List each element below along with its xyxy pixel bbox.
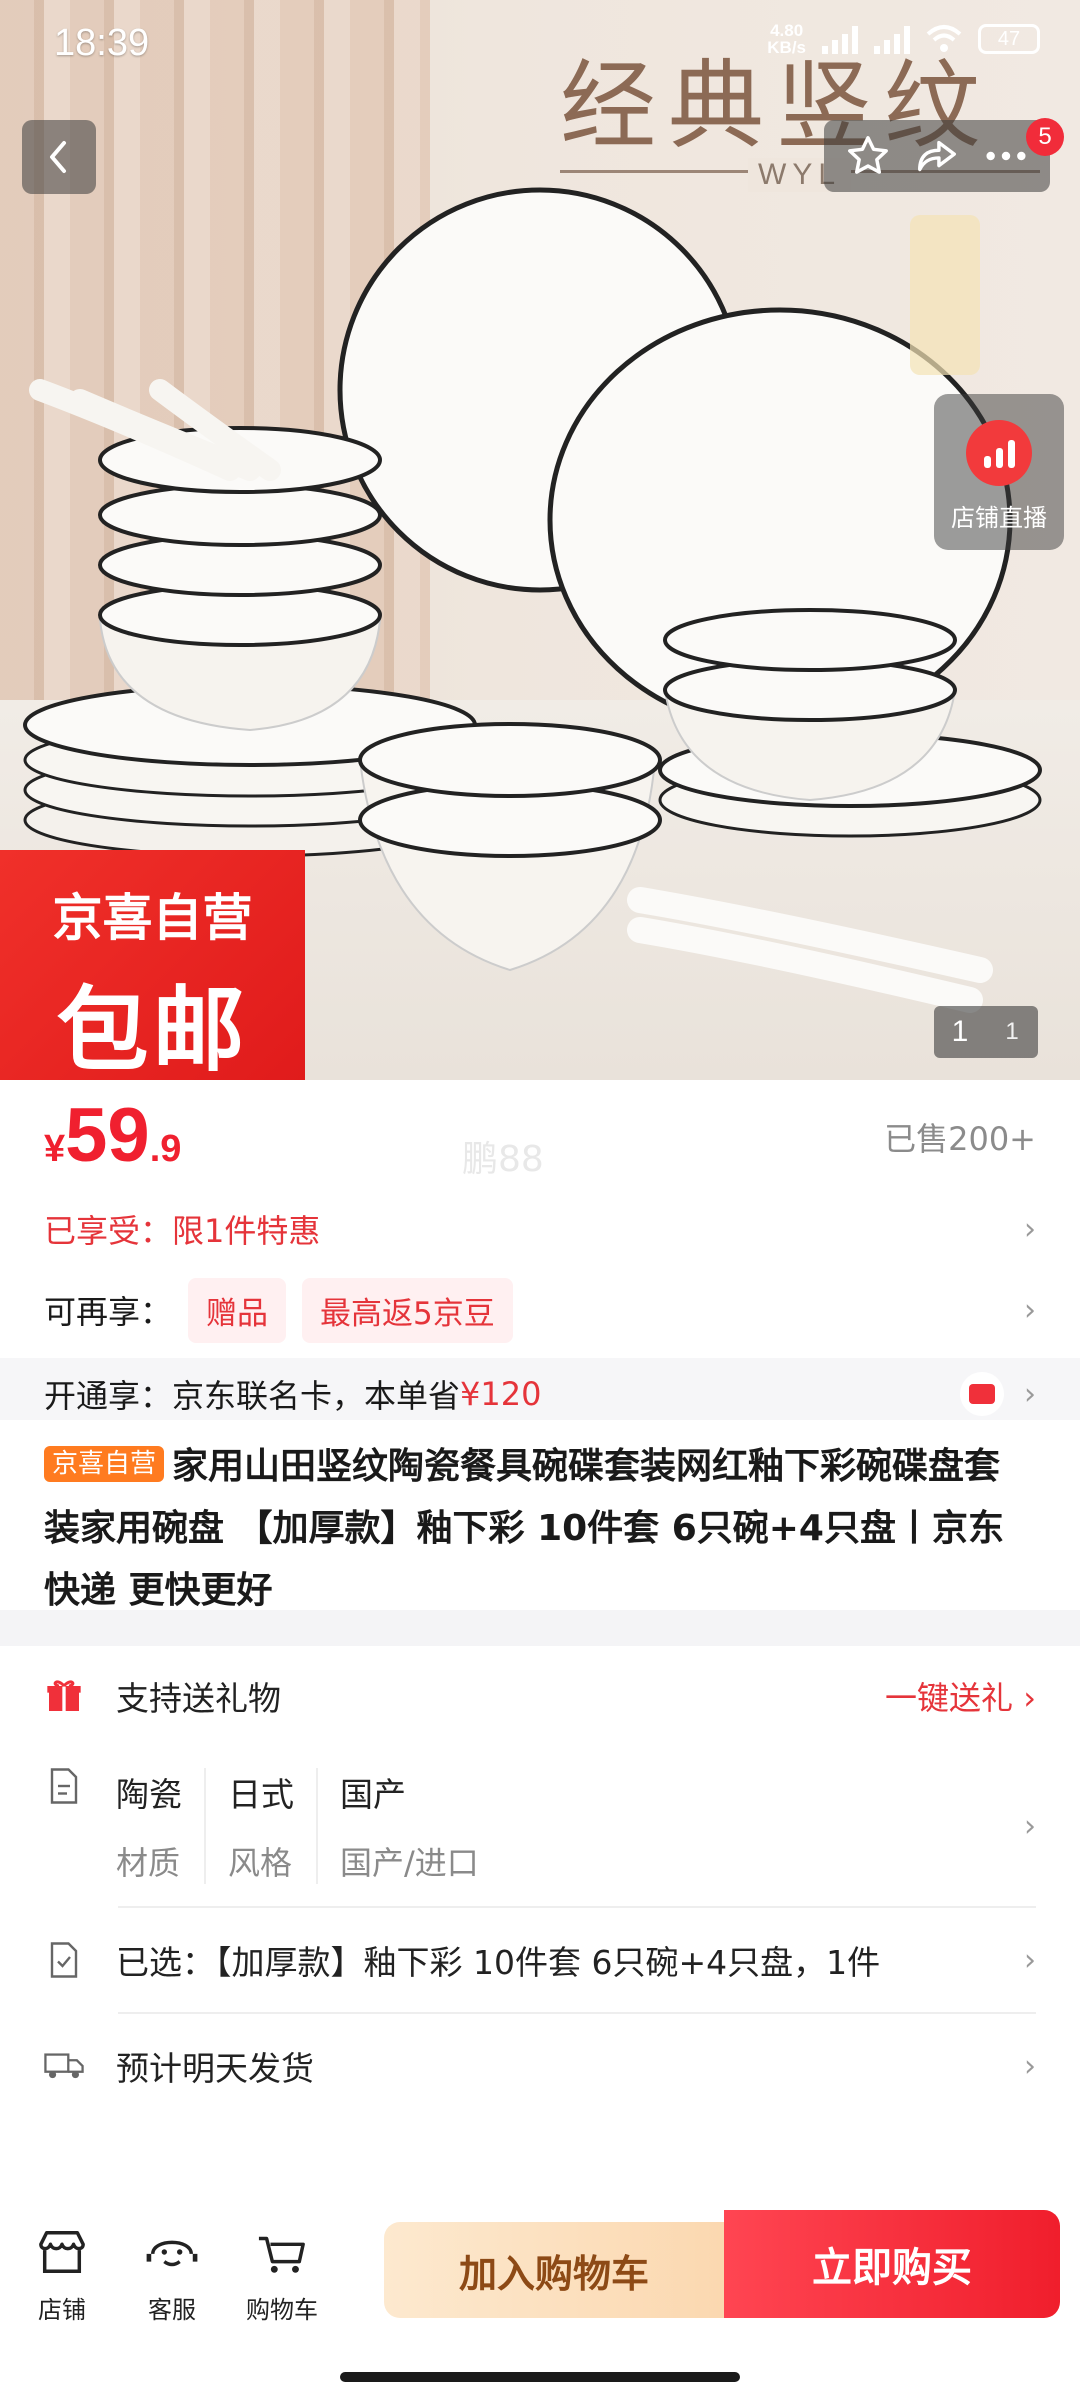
more-label: 可再享： bbox=[44, 1293, 173, 1331]
store-icon bbox=[12, 2220, 112, 2284]
product-image[interactable]: 经典竖纹 WYL 18:39 4.80 KB/s 47 5 店铺直播 京喜自营 … bbox=[0, 0, 1080, 1080]
battery-icon: 47 bbox=[978, 24, 1040, 54]
price-section: ¥59.9 鹏88 已售200+ 已享受： 限1件特惠 › 可再享： 赠品 最高… bbox=[0, 1080, 1080, 1430]
net-speed-unit: KB/s bbox=[767, 38, 806, 57]
sold-count: 已售200+ bbox=[884, 1120, 1036, 1158]
chevron-right-icon: › bbox=[1024, 1376, 1036, 1412]
store-button[interactable]: 店铺 bbox=[12, 2220, 112, 2325]
net-speed: 4.80 KB/s bbox=[767, 22, 806, 56]
enjoyed-value: 限1件特惠 bbox=[172, 1212, 321, 1250]
promo-top-text: 京喜自营 bbox=[52, 889, 253, 947]
cart-button[interactable]: 购物车 bbox=[232, 2220, 332, 2325]
attr-origin-value: 国产 bbox=[340, 1775, 406, 1814]
attr-material-key: 材质 bbox=[116, 1844, 181, 1882]
send-gift-button[interactable]: 一键送礼 › bbox=[885, 1673, 1036, 1719]
buy-now-button[interactable]: 立即购买 bbox=[724, 2210, 1060, 2318]
offer-tag-beans[interactable]: 最高返5京豆 bbox=[302, 1277, 513, 1343]
price-decimal: .9 bbox=[149, 1128, 182, 1170]
promo-banner: 京喜自营 包邮 bbox=[0, 850, 305, 1080]
status-time: 18:39 bbox=[54, 22, 150, 64]
attr-style-value: 日式 bbox=[228, 1775, 294, 1814]
home-indicator[interactable] bbox=[340, 2372, 740, 2382]
truck-icon bbox=[44, 2046, 84, 2086]
signal-icon-2 bbox=[874, 24, 910, 54]
store-label: 店铺 bbox=[38, 2296, 86, 2324]
attr-material-value: 陶瓷 bbox=[116, 1775, 182, 1814]
checklist-icon bbox=[44, 1940, 84, 1980]
self-operated-badge: 京喜自营 bbox=[44, 1446, 165, 1482]
chevron-right-icon: › bbox=[1024, 1808, 1036, 1844]
net-speed-value: 4.80 bbox=[770, 21, 804, 40]
price-currency: ¥ bbox=[44, 1128, 66, 1170]
add-to-cart-button[interactable]: 加入购物车 bbox=[384, 2222, 724, 2318]
service-label: 客服 bbox=[148, 2296, 196, 2324]
chevron-right-icon: › bbox=[1024, 1942, 1036, 1978]
store-live-label: 店铺直播 bbox=[951, 504, 1047, 532]
enjoyed-label: 已享受： bbox=[44, 1212, 173, 1250]
shipping-text: 预计明天发货 bbox=[116, 2049, 314, 2088]
watermark: 鹏88 bbox=[462, 1139, 544, 1180]
signal-icon bbox=[822, 24, 858, 54]
chevron-right-icon: › bbox=[1024, 1292, 1036, 1328]
promo-main-text: 包邮 bbox=[56, 977, 249, 1080]
price: ¥59.9 bbox=[44, 1092, 181, 1179]
open-text: 京东联名卡，本单省 bbox=[172, 1377, 461, 1415]
action-group bbox=[824, 120, 1050, 192]
attr-origin-key: 国产/进口 bbox=[340, 1844, 479, 1882]
share-icon[interactable] bbox=[914, 133, 960, 179]
bottom-action-bar: 店铺 客服 购物车 加入购物车 立即购买 bbox=[0, 2200, 1080, 2400]
image-counter: 1 1 bbox=[934, 1006, 1038, 1058]
attr-material: 陶瓷 材质 bbox=[116, 1768, 204, 1884]
image-counter-current: 1 bbox=[951, 1015, 969, 1048]
notification-badge: 5 bbox=[1026, 118, 1064, 156]
selected-spec-row[interactable]: 已选：【加厚款】釉下彩 10件套 6只碗+4只盘，1件 › bbox=[0, 1908, 1080, 2012]
open-amount: ¥120 bbox=[460, 1375, 542, 1413]
enjoyed-offer-row[interactable]: 已享受： 限1件特惠 › bbox=[0, 1192, 1080, 1266]
status-bar: 18:39 4.80 KB/s 47 bbox=[0, 0, 1080, 90]
product-title-section: 京喜自营 家用山田竖纹陶瓷餐具碗碟套装网红釉下彩碗碟盘套装家用碗盘 【加厚款】釉下… bbox=[0, 1420, 1080, 1611]
document-icon bbox=[44, 1766, 84, 1806]
product-title: 京喜自营 家用山田竖纹陶瓷餐具碗碟套装网红釉下彩碗碟盘套装家用碗盘 【加厚款】釉下… bbox=[44, 1436, 1036, 1622]
wifi-icon bbox=[926, 25, 962, 52]
section-gap bbox=[0, 1610, 1080, 1646]
gift-icon bbox=[44, 1676, 84, 1716]
service-button[interactable]: 客服 bbox=[122, 2220, 222, 2325]
more-icon[interactable] bbox=[983, 133, 1029, 179]
offer-tag-gift[interactable]: 赠品 bbox=[188, 1277, 287, 1343]
chevron-left-icon bbox=[50, 141, 66, 173]
back-button[interactable] bbox=[22, 120, 96, 194]
gift-text: 支持送礼物 bbox=[116, 1679, 281, 1718]
gift-row[interactable]: 支持送礼物 一键送礼 › bbox=[0, 1646, 1080, 1746]
star-icon[interactable] bbox=[845, 133, 891, 179]
cart-icon bbox=[232, 2220, 332, 2284]
shipping-row[interactable]: 预计明天发货 › bbox=[0, 2014, 1080, 2118]
chevron-right-icon: › bbox=[1024, 1211, 1036, 1247]
price-integer: 59 bbox=[65, 1093, 150, 1178]
attr-style: 日式 风格 bbox=[204, 1768, 316, 1884]
image-counter-total: 1 bbox=[1005, 1018, 1019, 1045]
service-icon bbox=[122, 2220, 222, 2284]
live-icon bbox=[966, 420, 1032, 486]
more-offers-row[interactable]: 可再享： 赠品 最高返5京豆 › bbox=[0, 1265, 1080, 1355]
cart-label: 购物车 bbox=[246, 2296, 318, 2324]
card-icon bbox=[960, 1372, 1004, 1416]
attr-origin: 国产 国产/进口 bbox=[316, 1768, 501, 1884]
open-label: 开通享： bbox=[44, 1377, 173, 1415]
chevron-right-icon: › bbox=[1024, 2048, 1036, 2084]
store-live-button[interactable]: 店铺直播 bbox=[934, 394, 1064, 550]
product-title-text: 家用山田竖纹陶瓷餐具碗碟套装网红釉下彩碗碟盘套装家用碗盘 【加厚款】釉下彩 10… bbox=[44, 1446, 1004, 1611]
attributes-row[interactable]: 陶瓷 材质 日式 风格 国产 国产/进口 › bbox=[0, 1746, 1080, 1906]
selected-spec-text: 已选：【加厚款】釉下彩 10件套 6只碗+4只盘，1件 bbox=[116, 1943, 881, 1982]
attr-style-key: 风格 bbox=[228, 1844, 293, 1882]
detail-section: 支持送礼物 一键送礼 › 陶瓷 材质 日式 风格 国产 国产/进口 › 已选：【… bbox=[0, 1646, 1080, 2220]
